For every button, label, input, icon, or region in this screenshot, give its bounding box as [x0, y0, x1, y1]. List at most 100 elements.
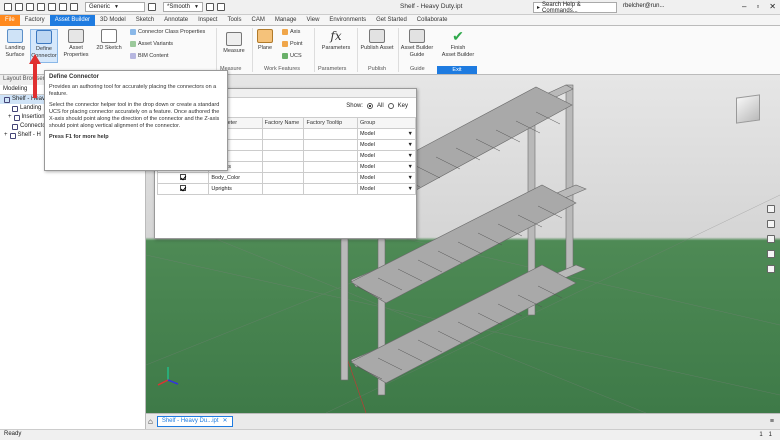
plane-button[interactable]: Plane: [254, 29, 276, 52]
asset-properties-button[interactable]: Asset Properties: [62, 29, 90, 58]
measure-icon: [226, 32, 242, 46]
tab-inspect[interactable]: Inspect: [193, 15, 222, 26]
axis-icon: [282, 29, 288, 35]
style-combo[interactable]: *Smooth ▼: [163, 2, 203, 12]
ucs-button[interactable]: UCS: [282, 53, 302, 59]
document-title: Shelf - Heavy Duty.ipt: [400, 3, 463, 10]
chevron-down-icon: ▼: [407, 186, 413, 192]
look-at-icon[interactable]: [767, 265, 775, 273]
select-icon[interactable]: [70, 3, 78, 11]
asset-builder-guide-button[interactable]: Asset Builder Guide: [398, 29, 436, 58]
appearance-combo[interactable]: Generic ▼: [85, 2, 145, 12]
tab-collaborate[interactable]: Collaborate: [412, 15, 453, 26]
show-key-radio[interactable]: [387, 103, 394, 109]
fx-icon: fx: [330, 29, 342, 43]
factory-name-cell[interactable]: [261, 172, 305, 184]
chevron-down-icon: ▼: [114, 4, 119, 10]
group-select[interactable]: Model ▼: [356, 150, 417, 162]
group-select[interactable]: Model ▼: [356, 139, 417, 151]
new-icon[interactable]: [4, 3, 12, 11]
factory-name-cell[interactable]: [261, 128, 305, 140]
landing-surface-button[interactable]: Landing Surface: [2, 29, 28, 58]
guide-icon: [409, 29, 425, 43]
column-header-factory-name: Factory Name: [261, 117, 305, 129]
factory-tooltip-cell[interactable]: [303, 150, 358, 162]
ribbon-separator: [314, 28, 315, 72]
maximize-icon[interactable]: ▫: [756, 2, 759, 11]
factory-name-cell[interactable]: [261, 161, 305, 173]
steering-wheel-icon[interactable]: [767, 205, 775, 213]
table-row[interactable]: Uprights Model ▼: [156, 183, 417, 195]
group-label-work-features: Work Features: [264, 66, 300, 72]
tab-get-started[interactable]: Get Started: [371, 15, 412, 26]
document-tab[interactable]: Shelf - Heavy Du...ipt ✕: [156, 416, 233, 427]
tab-environments[interactable]: Environments: [324, 15, 371, 26]
zoom-icon[interactable]: [767, 235, 775, 243]
redo-icon[interactable]: [48, 3, 56, 11]
group-select[interactable]: Model ▼: [356, 128, 417, 140]
factory-tooltip-cell[interactable]: [303, 172, 358, 184]
open-icon[interactable]: [15, 3, 23, 11]
tab-file[interactable]: File: [0, 14, 20, 26]
orbit-icon[interactable]: [767, 250, 775, 258]
2d-sketch-button[interactable]: 2D Sketch: [94, 29, 124, 52]
undo-icon[interactable]: [37, 3, 45, 11]
browser-tab-modeling[interactable]: Modeling: [3, 86, 27, 93]
quick-access-toolbar: Generic ▼ *Smooth ▼: [0, 2, 225, 12]
axis-button[interactable]: Axis: [282, 29, 300, 35]
key-checkbox[interactable]: [180, 185, 187, 191]
factory-name-cell[interactable]: [261, 183, 305, 195]
tab-cam[interactable]: CAM: [246, 15, 269, 26]
tab-asset-builder[interactable]: Asset Builder: [49, 14, 96, 26]
pan-icon[interactable]: [767, 220, 775, 228]
publish-asset-button[interactable]: Publish Asset: [358, 29, 396, 52]
tab-manage[interactable]: Manage: [270, 15, 302, 26]
factory-tooltip-cell[interactable]: [303, 139, 358, 151]
view-cube[interactable]: [736, 94, 760, 124]
group-select[interactable]: Model ▼: [356, 172, 417, 184]
tab-sketch[interactable]: Sketch: [131, 15, 159, 26]
tab-view[interactable]: View: [302, 15, 325, 26]
tab-factory[interactable]: Factory: [20, 15, 50, 26]
expand-icon[interactable]: +: [8, 113, 12, 122]
expand-icon[interactable]: +: [4, 131, 8, 140]
group-select[interactable]: Model ▼: [356, 161, 417, 173]
close-icon[interactable]: ✕: [769, 2, 776, 11]
tab-menu-icon[interactable]: ≡: [770, 418, 774, 425]
factory-name-cell[interactable]: [261, 150, 305, 162]
home-icon[interactable]: ⌂: [148, 417, 153, 426]
asset-variants-button[interactable]: Asset Variants: [130, 41, 173, 47]
class-icon: [130, 29, 136, 35]
material-icon[interactable]: [148, 3, 156, 11]
parameter-cell: Uprights: [208, 183, 263, 195]
update-icon[interactable]: [217, 3, 225, 11]
factory-tooltip-cell[interactable]: [303, 128, 358, 140]
help-search-box[interactable]: ▸ Search Help & Commands...: [533, 2, 617, 14]
home-icon[interactable]: [59, 3, 67, 11]
factory-name-cell[interactable]: [261, 139, 305, 151]
key-checkbox[interactable]: [180, 174, 187, 180]
tab-annotate[interactable]: Annotate: [159, 15, 193, 26]
factory-tooltip-cell[interactable]: [303, 183, 358, 195]
finish-asset-builder-button[interactable]: ✔ Finish Asset Builder: [437, 29, 479, 58]
show-all-radio[interactable]: [366, 103, 373, 109]
tooltip-help-hint: Press F1 for more help: [49, 134, 109, 140]
factory-tooltip-cell[interactable]: [303, 161, 358, 173]
point-icon: [282, 41, 288, 47]
tab-tools[interactable]: Tools: [222, 15, 246, 26]
user-account[interactable]: rbelcher@run...: [623, 3, 664, 9]
group-select[interactable]: Model ▼: [356, 183, 417, 195]
close-icon[interactable]: ✕: [223, 417, 228, 426]
tooltip-description: Provides an authoring tool for accuratel…: [49, 84, 217, 97]
bim-content-button[interactable]: BIM Content: [130, 53, 169, 59]
save-icon[interactable]: [26, 3, 34, 11]
connector-class-properties-button[interactable]: Connector Class Properties: [130, 29, 205, 35]
table-row[interactable]: Body_Color Model ▼: [156, 172, 417, 184]
fx-icon[interactable]: [206, 3, 214, 11]
parameters-button[interactable]: fx Parameters: [318, 29, 354, 52]
minimize-icon[interactable]: –: [742, 2, 746, 11]
point-button[interactable]: Point: [282, 41, 303, 47]
measure-button[interactable]: Measure: [220, 32, 248, 55]
tab-3d-model[interactable]: 3D Model: [95, 15, 131, 26]
column-header-group: Group: [356, 117, 417, 129]
